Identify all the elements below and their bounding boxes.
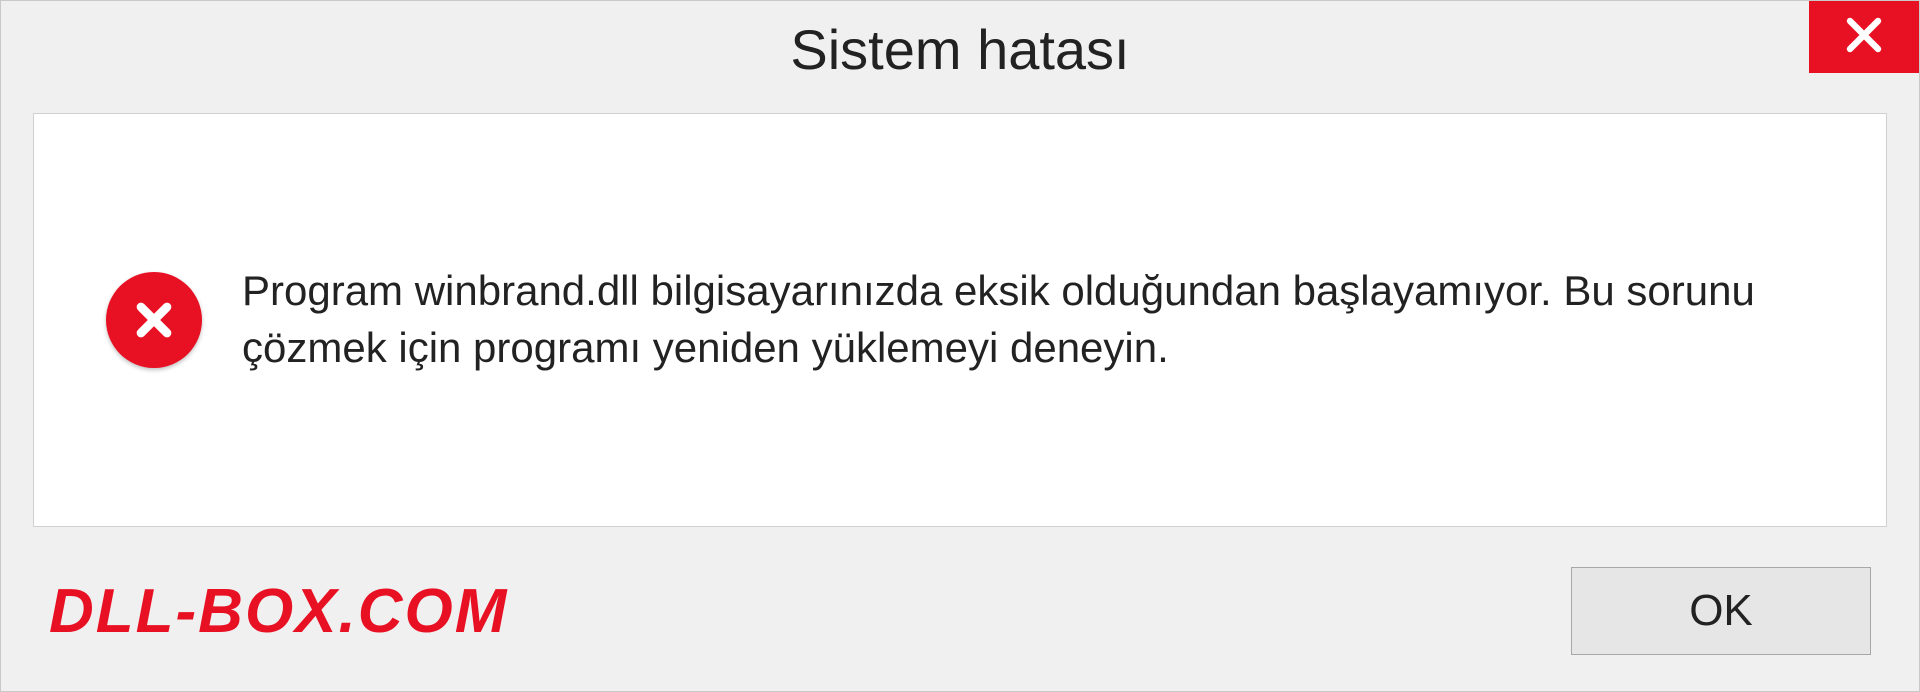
error-icon: [106, 272, 202, 368]
ok-button-label: OK: [1689, 586, 1753, 636]
close-icon: [1840, 11, 1888, 64]
content-area: Program winbrand.dll bilgisayarınızda ek…: [33, 113, 1887, 527]
watermark-text: DLL-BOX.COM: [49, 576, 508, 647]
footer: DLL-BOX.COM OK: [1, 543, 1919, 691]
close-button[interactable]: [1809, 1, 1919, 73]
titlebar: Sistem hatası: [1, 1, 1919, 97]
error-icon-wrap: [94, 272, 214, 368]
error-message: Program winbrand.dll bilgisayarınızda ek…: [242, 263, 1826, 376]
error-dialog: Sistem hatası Program winbrand.dll bilgi…: [0, 0, 1920, 692]
ok-button[interactable]: OK: [1571, 567, 1871, 655]
dialog-title: Sistem hatası: [1, 17, 1919, 82]
